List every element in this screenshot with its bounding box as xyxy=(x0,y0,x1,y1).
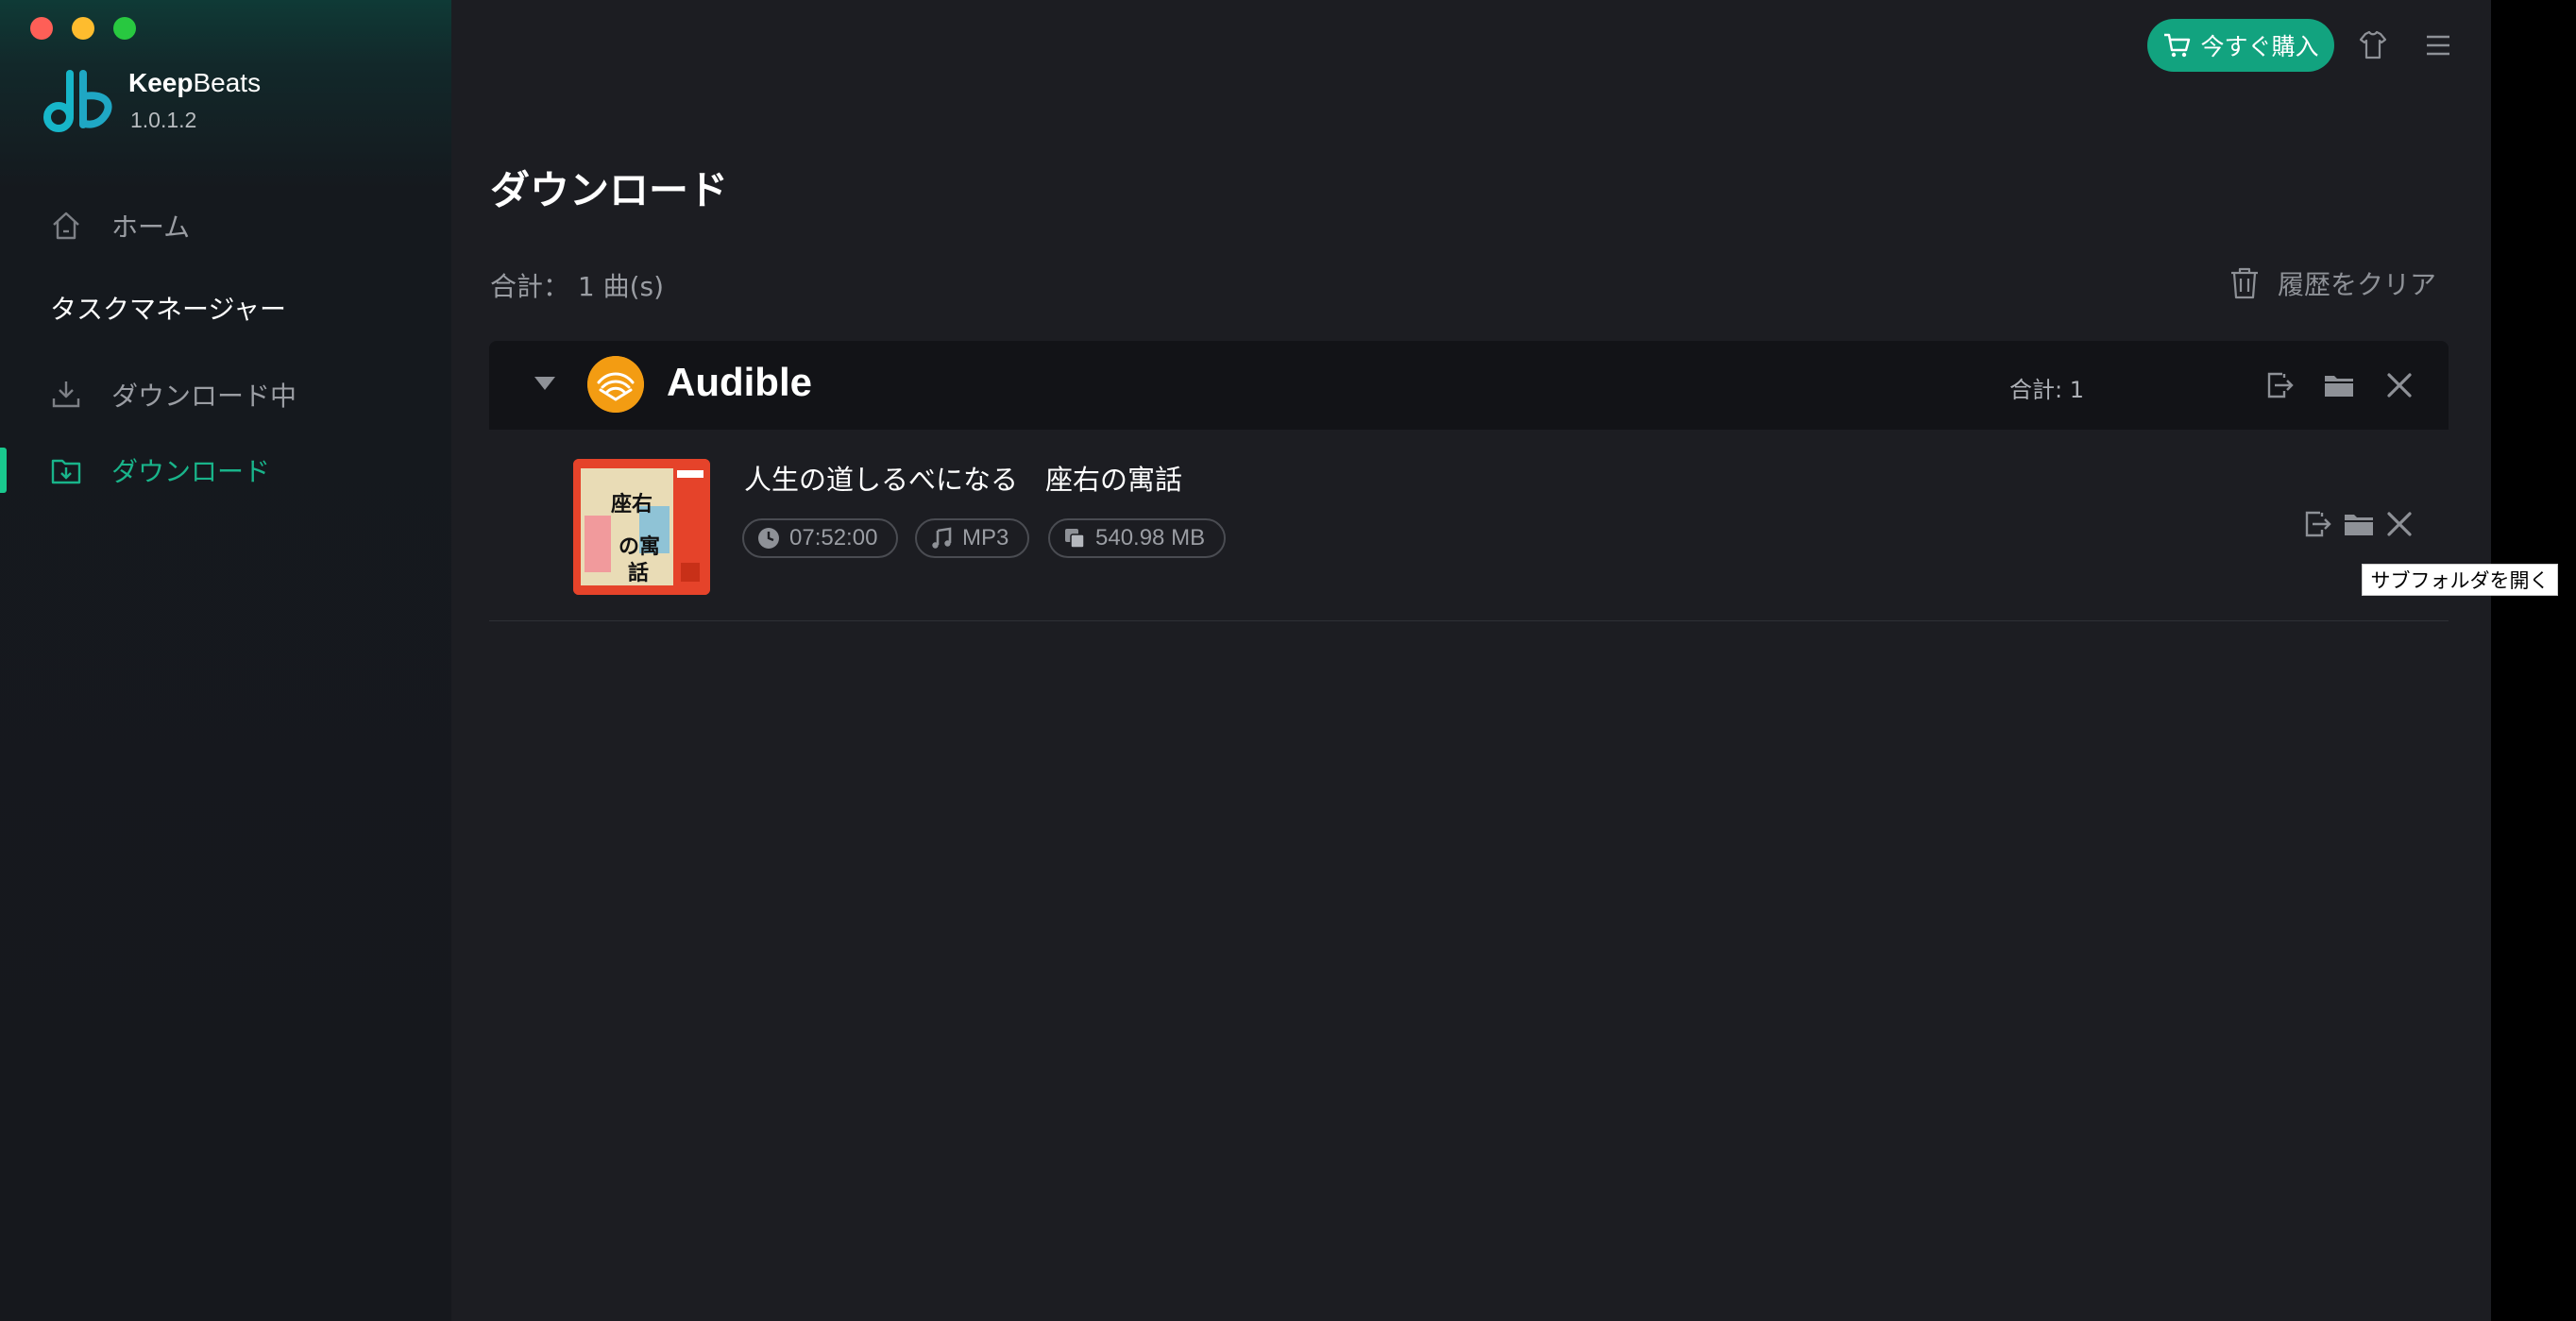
home-icon xyxy=(53,212,79,240)
group-name: Audible xyxy=(667,360,812,404)
buy-now-button[interactable]: 今すぐ購入 xyxy=(2147,19,2334,72)
group-count: 合計: 1 xyxy=(2009,377,2084,403)
album-cover: 座右 の寓 話 xyxy=(573,459,710,595)
format-badge: MP3 xyxy=(915,518,1030,558)
clear-history-label: 履歴をクリア xyxy=(2278,269,2437,300)
group-header: Audible 合計: 1 xyxy=(489,341,2449,430)
download-icon xyxy=(52,381,80,408)
music-icon xyxy=(932,527,952,549)
window-close-button[interactable] xyxy=(30,17,53,40)
folder-icon[interactable] xyxy=(2322,368,2356,402)
size-value: 540.98 MB xyxy=(1095,525,1206,550)
main-panel xyxy=(451,0,2491,1321)
folder-icon[interactable] xyxy=(2342,507,2376,541)
svg-text:の寓: の寓 xyxy=(619,534,660,559)
export-icon[interactable] xyxy=(2262,368,2296,402)
sidebar-item-downloading[interactable]: ダウンロード中 xyxy=(0,366,451,423)
svg-text:話: 話 xyxy=(628,561,649,585)
sidebar-item-label: ホーム xyxy=(111,212,191,243)
trash-icon xyxy=(2231,267,2258,299)
format-value: MP3 xyxy=(962,525,1009,550)
list-item: 座右 の寓 話 人生の道しるべになる 座右の寓話 07:52:00 MP3 54… xyxy=(489,430,2449,621)
svg-text:座右: 座右 xyxy=(611,492,652,517)
sidebar-item-label: ダウンロード xyxy=(111,456,271,487)
sidebar-item-home[interactable]: ホーム xyxy=(0,197,451,254)
app-brand: KeepBeats xyxy=(128,68,261,98)
close-icon[interactable] xyxy=(2382,368,2416,402)
collapse-toggle-icon[interactable] xyxy=(534,377,555,390)
file-icon xyxy=(1065,529,1085,549)
keepbeats-logo-icon xyxy=(43,70,112,132)
close-icon[interactable] xyxy=(2382,507,2416,541)
duration-value: 07:52:00 xyxy=(789,525,878,550)
sidebar-item-label: ダウンロード中 xyxy=(111,381,297,412)
app-version: 1.0.1.2 xyxy=(130,108,197,132)
shirt-icon[interactable] xyxy=(2354,26,2392,64)
total-count: 合計： 1 曲(s) xyxy=(490,271,665,302)
tooltip: サブフォルダを開く xyxy=(2362,564,2558,596)
duration-badge: 07:52:00 xyxy=(742,518,899,558)
menu-icon[interactable] xyxy=(2419,26,2457,64)
export-icon[interactable] xyxy=(2299,507,2333,541)
section-label-task-manager: タスクマネージャー xyxy=(50,294,287,325)
window-minimize-button[interactable] xyxy=(72,17,94,40)
brand-keep: Keep xyxy=(128,68,194,97)
track-title: 人生の道しるべになる 座右の寓話 xyxy=(744,464,1183,496)
sidebar-item-downloaded[interactable]: ダウンロード xyxy=(0,442,451,499)
clear-history-button[interactable]: 履歴をクリア xyxy=(2229,263,2436,304)
sidebar: KeepBeats 1.0.1.2 ホーム タスクマネージャー ダウンロード中 … xyxy=(0,0,451,1321)
clock-icon xyxy=(758,528,779,549)
audible-logo-icon xyxy=(587,356,644,413)
buy-now-label: 今すぐ購入 xyxy=(2200,33,2319,60)
page-title: ダウンロード xyxy=(490,167,729,213)
downloaded-icon xyxy=(51,459,81,484)
brand-beats: Beats xyxy=(193,68,262,97)
cart-icon xyxy=(2164,33,2191,58)
size-badge: 540.98 MB xyxy=(1048,518,1227,558)
window-maximize-button[interactable] xyxy=(113,17,136,40)
